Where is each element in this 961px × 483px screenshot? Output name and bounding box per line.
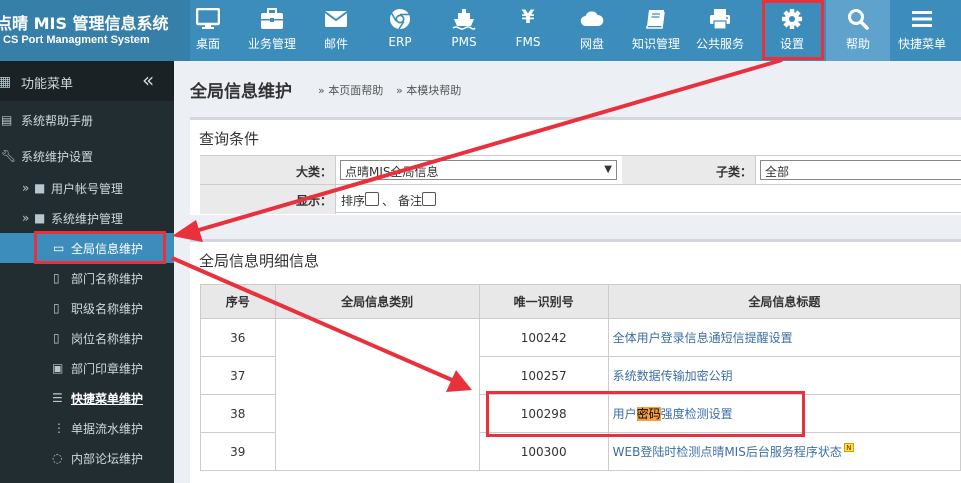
nav-business[interactable]: 业务管理 bbox=[240, 0, 304, 61]
sidebar-item-department-seals[interactable]: ▣ 部门印章维护 bbox=[0, 353, 174, 383]
chrome-icon bbox=[390, 9, 410, 30]
category-select[interactable]: 点晴MIS全局信息 ▼ bbox=[340, 160, 617, 180]
cloud-icon bbox=[580, 11, 604, 27]
cell-id: 100300 bbox=[478, 432, 609, 471]
sidebar-header: ▦ 功能菜单 « bbox=[0, 61, 174, 101]
monitor-icon bbox=[196, 8, 220, 29]
detail-table: 序号 全局信息类别 唯一识别号 全局信息标题 36 100242 全体用户登录信… bbox=[200, 284, 961, 471]
annotation-box-table-row bbox=[486, 391, 805, 437]
sidebar: ▦ 功能菜单 « ▤ 系统帮助手册 🔧︎ 系统维护设置 » ■ 用户帐号管理 »… bbox=[0, 61, 174, 483]
folder-icon: ■ bbox=[34, 211, 46, 225]
column-header-category[interactable]: 全局信息类别 bbox=[274, 284, 480, 319]
annotation-box-sidebar bbox=[34, 231, 166, 264]
collapse-sidebar-button[interactable]: « bbox=[142, 68, 154, 92]
list-icon: ☰ bbox=[52, 391, 63, 405]
column-header-seq[interactable]: 序号 bbox=[200, 284, 276, 319]
printer-icon bbox=[710, 9, 730, 30]
cell-title-link[interactable]: 全体用户登录信息通短信提醒设置 bbox=[607, 318, 961, 357]
sidebar-item-post-names[interactable]: ▯ 岗位名称维护 bbox=[0, 323, 174, 353]
nav-desktop[interactable]: 桌面 bbox=[176, 0, 240, 61]
page-title: 全局信息维护 bbox=[190, 82, 292, 102]
table-header-row: 序号 全局信息类别 唯一识别号 全局信息标题 bbox=[200, 284, 961, 319]
menu-icon bbox=[912, 11, 932, 27]
chevron-up-icon: » bbox=[22, 211, 30, 225]
nav-knowledge[interactable]: 知识管理 bbox=[624, 0, 688, 61]
sliders-icon: ⋮ bbox=[53, 421, 65, 435]
query-row-display: 显示： 排序 、 备注 bbox=[200, 184, 961, 214]
cell-title-link[interactable]: 系统数据传输加密公钥 bbox=[607, 356, 961, 395]
search-icon bbox=[848, 9, 869, 30]
subcategory-select[interactable]: 全部 bbox=[760, 160, 961, 180]
envelope-icon bbox=[324, 11, 348, 27]
page-help-link[interactable]: » 本页面帮助 bbox=[318, 82, 383, 98]
cell-seq: 36 bbox=[200, 318, 276, 357]
table-row[interactable]: 36 100242 全体用户登录信息通短信提醒设置 bbox=[200, 318, 961, 471]
category-label: 大类： bbox=[296, 165, 333, 179]
sort-checkbox[interactable] bbox=[365, 192, 379, 206]
cell-category bbox=[274, 318, 480, 471]
sidebar-item-quick-menu[interactable]: ☰ 快捷菜单维护 bbox=[0, 383, 174, 413]
book-icon bbox=[646, 10, 665, 29]
nav-netdisk[interactable]: 网盘 bbox=[560, 0, 624, 61]
file-icon: ▯ bbox=[53, 271, 60, 285]
sidebar-item-system-maintenance[interactable]: » ■ 系统维护管理 bbox=[0, 203, 174, 233]
query-panel: 查询条件 大类： 点晴MIS全局信息 ▼ 子类： 全部 显示： 排序 、 备注 bbox=[190, 117, 961, 215]
detail-panel: 全局信息明细信息 序号 全局信息类别 唯一识别号 全局信息标题 36 10024… bbox=[190, 239, 961, 483]
query-panel-title: 查询条件 bbox=[199, 130, 260, 148]
nav-erp[interactable]: ERP bbox=[368, 0, 432, 61]
ship-icon bbox=[452, 9, 476, 30]
nav-fms[interactable]: ¥ FMS bbox=[496, 0, 560, 61]
annotation-box-settings bbox=[762, 0, 824, 60]
file-icon: ▯ bbox=[53, 301, 60, 315]
sidebar-item-document-serials[interactable]: ⋮ 单据流水维护 bbox=[0, 413, 174, 443]
nav-help[interactable]: 帮助 bbox=[826, 0, 890, 61]
cell-title-link[interactable]: WEB登陆时检测点晴MIS后台服务程序状态 N bbox=[607, 432, 961, 471]
yen-icon: ¥ bbox=[521, 6, 535, 28]
app-subtitle: CS Port Managment System bbox=[3, 34, 150, 46]
app-title: 点晴 MIS 管理信息系统 bbox=[0, 14, 169, 33]
sidebar-item-system-settings[interactable]: 🔧︎ 系统维护设置 bbox=[0, 141, 174, 171]
query-row-category: 大类： 点晴MIS全局信息 ▼ 子类： 全部 bbox=[200, 155, 961, 185]
wrench-icon: 🔧︎ bbox=[1, 149, 17, 163]
file-icon: ▯ bbox=[53, 331, 60, 345]
chevron-down-icon: » bbox=[22, 181, 30, 195]
remark-checkbox[interactable] bbox=[422, 192, 436, 206]
app-logo[interactable]: 点晴 MIS 管理信息系统 CS Port Managment System bbox=[0, 0, 190, 61]
nav-public-service[interactable]: 公共服务 bbox=[688, 0, 752, 61]
remark-label: 备注 bbox=[398, 194, 423, 208]
column-header-title[interactable]: 全局信息标题 bbox=[607, 284, 961, 319]
book-icon: ▤ bbox=[1, 113, 13, 127]
chevron-down-icon: ▼ bbox=[604, 164, 612, 175]
nav-mail[interactable]: 邮件 bbox=[304, 0, 368, 61]
subcategory-label: 子类： bbox=[716, 165, 753, 179]
nav-pms[interactable]: PMS bbox=[432, 0, 496, 61]
nav-quick-menu[interactable]: 快捷菜单 bbox=[890, 0, 954, 61]
grid-icon: ▦ bbox=[0, 74, 12, 90]
new-badge-icon: N bbox=[843, 443, 854, 452]
cell-seq: 39 bbox=[200, 432, 276, 471]
display-label: 显示： bbox=[296, 194, 333, 208]
separator-text: 、 bbox=[382, 194, 395, 208]
sidebar-item-forum[interactable]: ◌ 内部论坛维护 bbox=[0, 443, 174, 473]
cell-seq: 37 bbox=[200, 356, 276, 395]
module-help-link[interactable]: » 本模块帮助 bbox=[396, 82, 461, 98]
idcard-icon: ▣ bbox=[52, 361, 64, 375]
cell-id: 100257 bbox=[478, 356, 609, 395]
sidebar-item-help-manual[interactable]: ▤ 系统帮助手册 bbox=[0, 105, 174, 135]
cell-id: 100242 bbox=[478, 318, 609, 357]
column-header-id[interactable]: 唯一识别号 bbox=[478, 284, 609, 319]
sidebar-item-rank-names[interactable]: ▯ 职级名称维护 bbox=[0, 293, 174, 323]
cell-seq: 38 bbox=[200, 394, 276, 433]
briefcase-icon bbox=[261, 8, 283, 29]
comments-icon: ◌ bbox=[52, 451, 63, 465]
sort-label: 排序 bbox=[341, 194, 366, 208]
sidebar-item-user-accounts[interactable]: » ■ 用户帐号管理 bbox=[0, 173, 174, 203]
sidebar-item-department-names[interactable]: ▯ 部门名称维护 bbox=[0, 263, 174, 293]
folder-icon: ■ bbox=[34, 181, 46, 195]
detail-panel-title: 全局信息明细信息 bbox=[199, 252, 320, 270]
